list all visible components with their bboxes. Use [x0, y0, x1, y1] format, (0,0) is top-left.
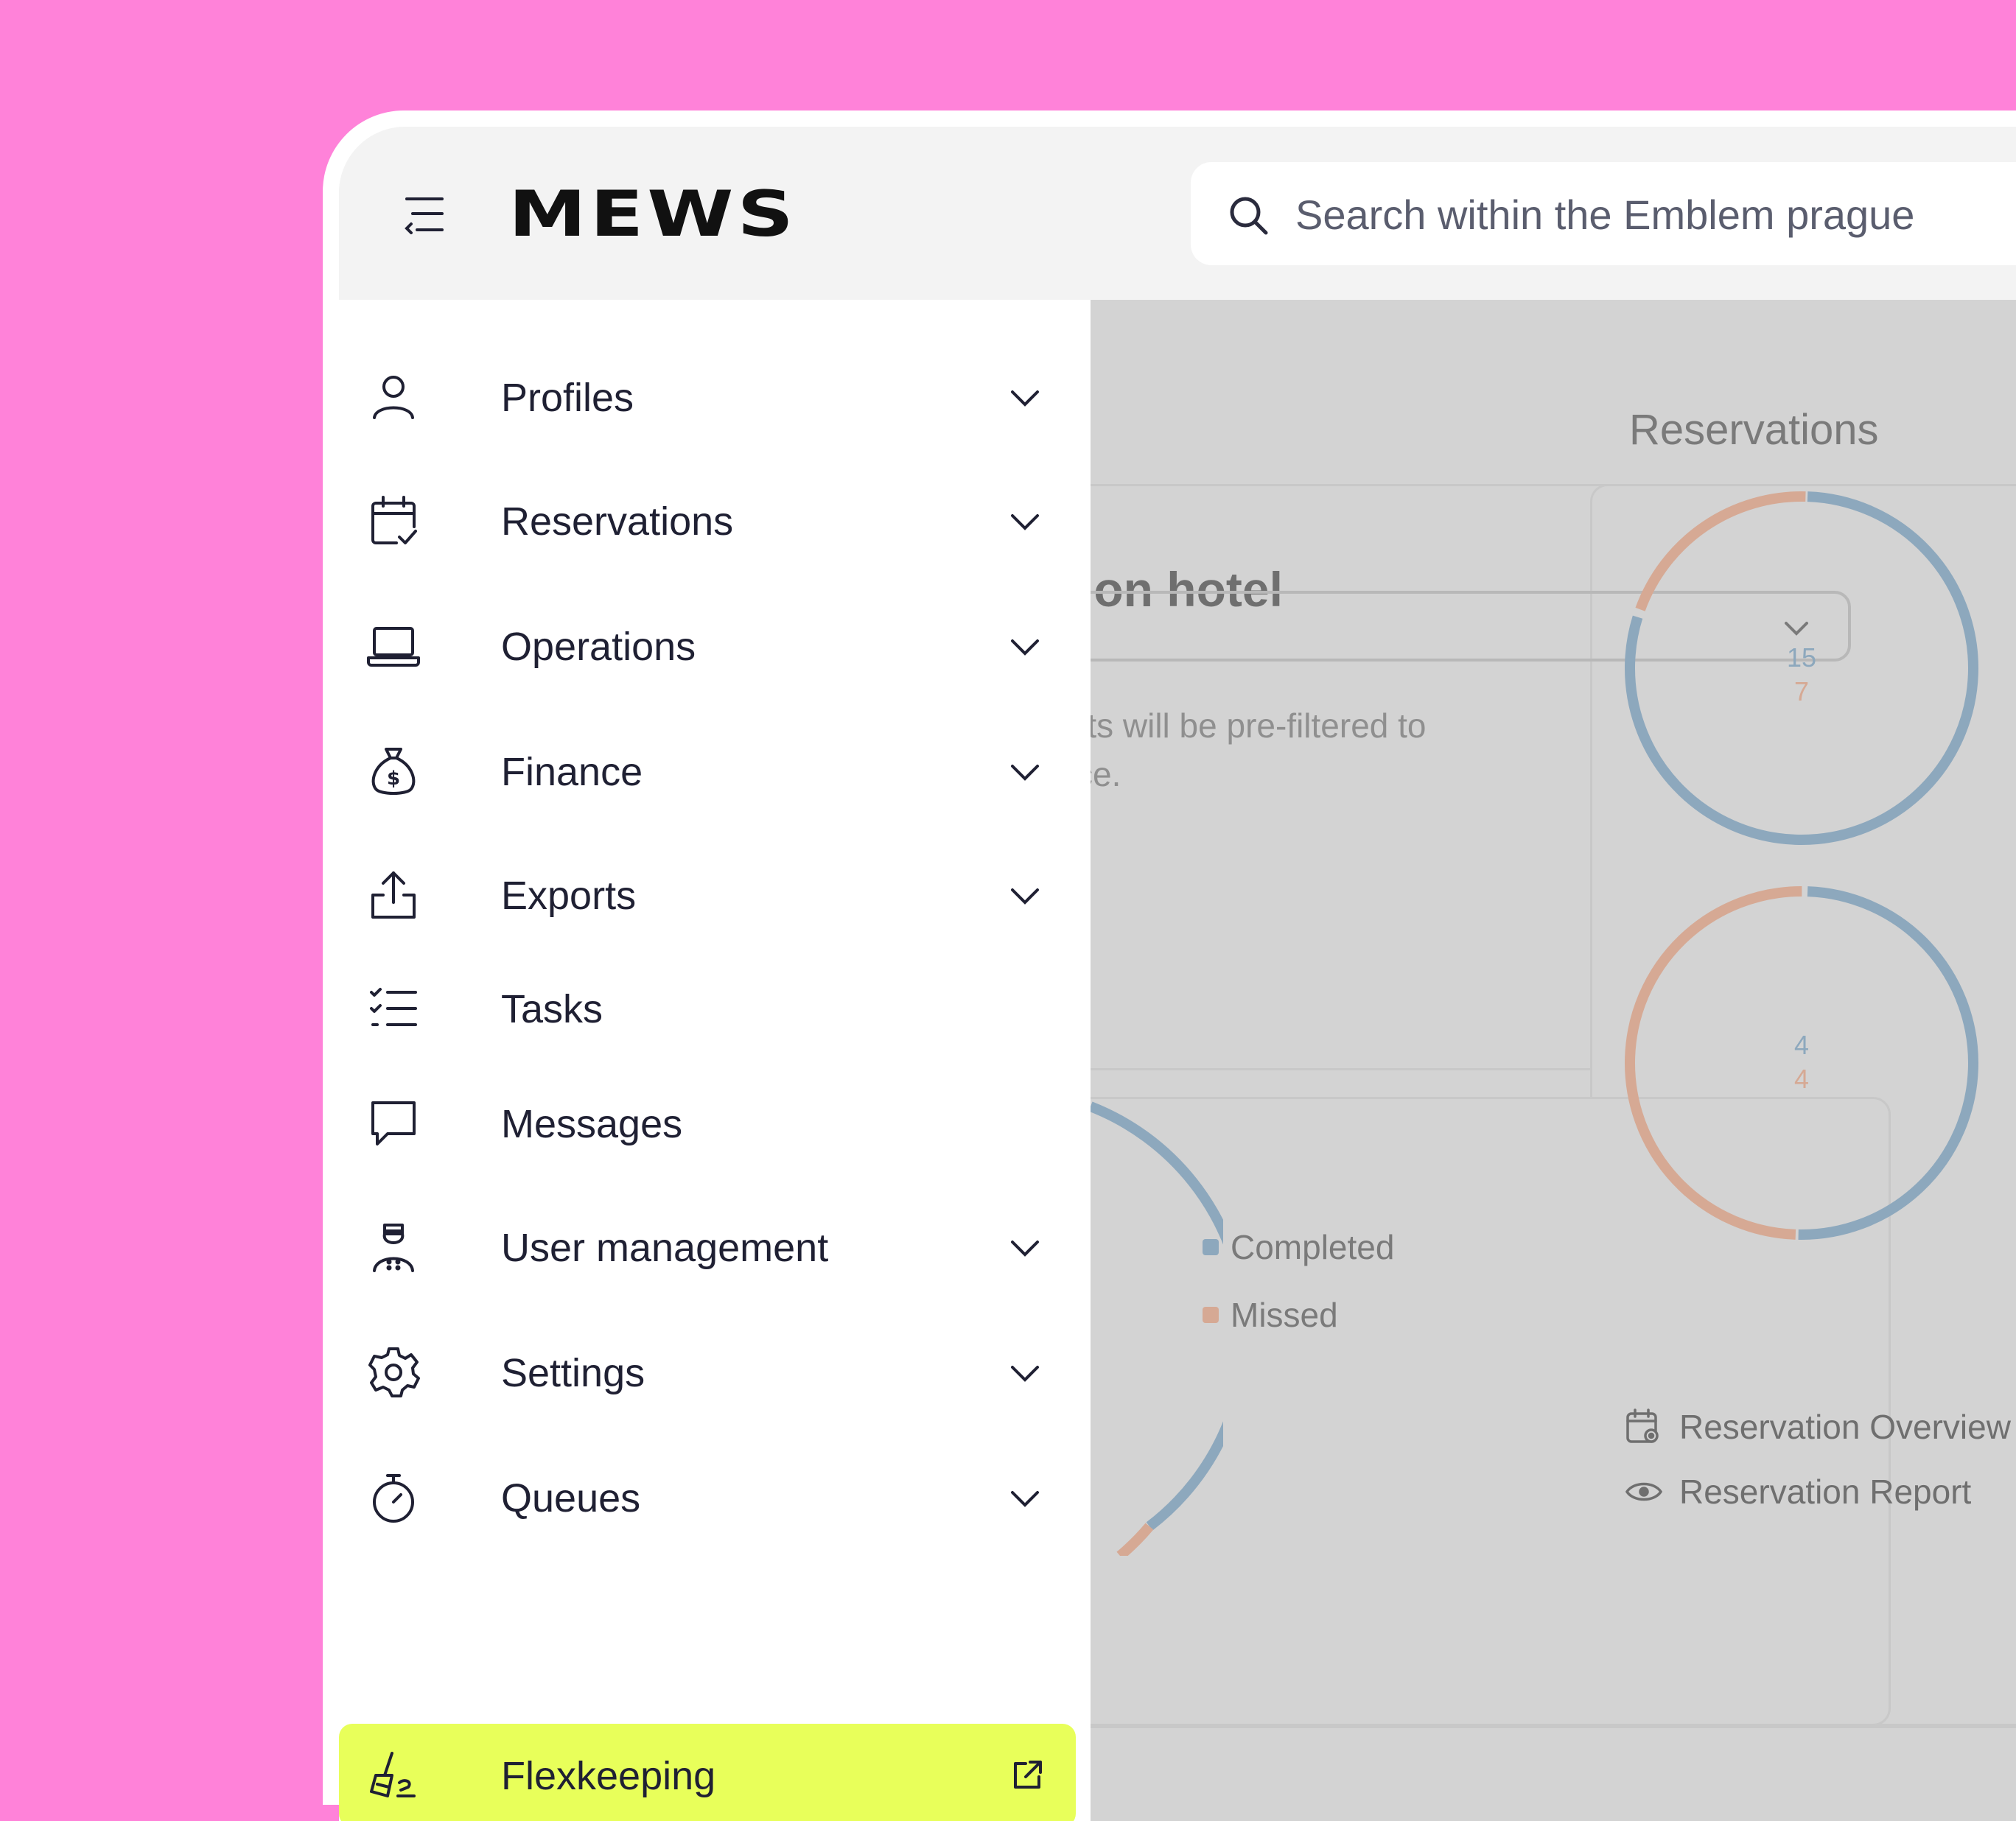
- menu-collapse-icon: [405, 197, 444, 234]
- reservations-title: Reservations: [1629, 406, 1879, 454]
- sidebar-item-label: Exports: [501, 874, 637, 918]
- chevron-down-icon: [1011, 765, 1039, 781]
- sidebar-item-tasks[interactable]: Tasks: [339, 957, 1076, 1060]
- legend-missed-swatch: [1203, 1306, 1219, 1323]
- bellhop-icon: [373, 1224, 414, 1272]
- donut1-value-a: 15: [1786, 642, 1817, 673]
- laptop-icon: [367, 627, 420, 667]
- chevron-down-icon: [1011, 888, 1039, 905]
- sidebar-item-label: Flexkeeping: [501, 1754, 716, 1798]
- navigation-sidebar: Profiles Reservations Operations $ Finan…: [339, 300, 1091, 1821]
- reservations-donut-2: [1625, 886, 1978, 1240]
- sidebar-item-queues[interactable]: Queues: [339, 1446, 1076, 1549]
- search-bar[interactable]: [1191, 162, 2016, 265]
- sidebar-item-finance[interactable]: $ Finance: [339, 720, 1076, 823]
- legend-missed-label: Missed: [1231, 1296, 1338, 1334]
- collapse-menu-button[interactable]: [401, 192, 448, 239]
- tasks-donut-partial: [1088, 1101, 1223, 1556]
- calendar-eye-icon: [1626, 1408, 1659, 1443]
- chevron-down-icon: [1011, 514, 1039, 530]
- divider: [1061, 1726, 2016, 1728]
- search-icon: [1230, 197, 1268, 235]
- user-icon: [373, 376, 414, 419]
- upload-icon: [371, 871, 416, 919]
- reservation-overview-label: Reservation Overview: [1679, 1408, 2011, 1446]
- logo-text: MEWS: [508, 186, 797, 245]
- stopwatch-icon: [373, 1474, 414, 1523]
- sidebar-item-label: Settings: [501, 1351, 645, 1395]
- sidebar-item-messages[interactable]: Messages: [339, 1072, 1076, 1175]
- donut1-value-b: 7: [1793, 676, 1810, 706]
- sidebar-item-label: Messages: [501, 1102, 683, 1146]
- sidebar-item-label: Operations: [501, 625, 696, 669]
- sidebar-item-operations[interactable]: Operations: [339, 594, 1076, 698]
- money-bag-icon: $: [371, 748, 416, 795]
- reservation-overview-link[interactable]: Reservation Overview: [1625, 1407, 2011, 1449]
- sidebar-item-label: Queues: [501, 1476, 641, 1520]
- sidebar-item-user-management[interactable]: User management: [339, 1196, 1076, 1299]
- sidebar-item-label: Profiles: [501, 376, 634, 420]
- reservation-report-link[interactable]: Reservation Report: [1625, 1472, 1971, 1514]
- svg-text:$: $: [387, 768, 400, 790]
- top-header: MEWS: [339, 127, 2016, 300]
- donut2-value-a: 4: [1793, 1030, 1810, 1060]
- sidebar-item-label: User management: [501, 1226, 829, 1270]
- chevron-down-icon: [1011, 390, 1039, 407]
- sidebar-item-settings[interactable]: Settings: [339, 1321, 1076, 1424]
- legend-completed-label: Completed: [1231, 1228, 1395, 1266]
- checklist-icon: [370, 988, 417, 1026]
- chevron-down-icon: [1011, 1491, 1039, 1507]
- sidebar-item-label: Finance: [501, 750, 643, 794]
- legend-missed: Missed: [1203, 1295, 1338, 1335]
- chevron-down-icon: [1011, 1366, 1039, 1382]
- gear-icon: [368, 1347, 420, 1397]
- chevron-down-icon: [1011, 639, 1039, 656]
- sidebar-item-profiles[interactable]: Profiles: [339, 345, 1076, 449]
- sidebar-item-label: Reservations: [501, 499, 734, 544]
- sidebar-item-label: Tasks: [501, 987, 603, 1031]
- mews-logo: MEWS: [508, 178, 803, 251]
- sidebar-item-flexkeeping[interactable]: Flexkeeping: [339, 1724, 1076, 1821]
- reservation-report-label: Reservation Report: [1679, 1473, 1972, 1511]
- donut2-value-b: 4: [1793, 1064, 1810, 1094]
- chevron-down-icon: [1011, 1241, 1039, 1257]
- sidebar-item-reservations[interactable]: Reservations: [339, 469, 1076, 572]
- legend-completed-swatch: [1203, 1238, 1219, 1255]
- external-link-icon: [1014, 1761, 1042, 1789]
- tasks-donut-orange-arc: [1116, 1523, 1154, 1556]
- legend-completed: Completed: [1203, 1227, 1394, 1267]
- chat-bubble-icon: [371, 1101, 416, 1145]
- helper-text-line1: rts will be pre-filtered to: [1076, 706, 1427, 745]
- sidebar-item-exports[interactable]: Exports: [339, 843, 1076, 947]
- broom-icon: [370, 1752, 416, 1797]
- eye-icon: [1625, 1482, 1663, 1501]
- calendar-check-icon: [371, 496, 417, 544]
- search-input[interactable]: [1294, 184, 2016, 245]
- app-window: MEWS ion hotel rts will be pre-filtered …: [339, 127, 2016, 1821]
